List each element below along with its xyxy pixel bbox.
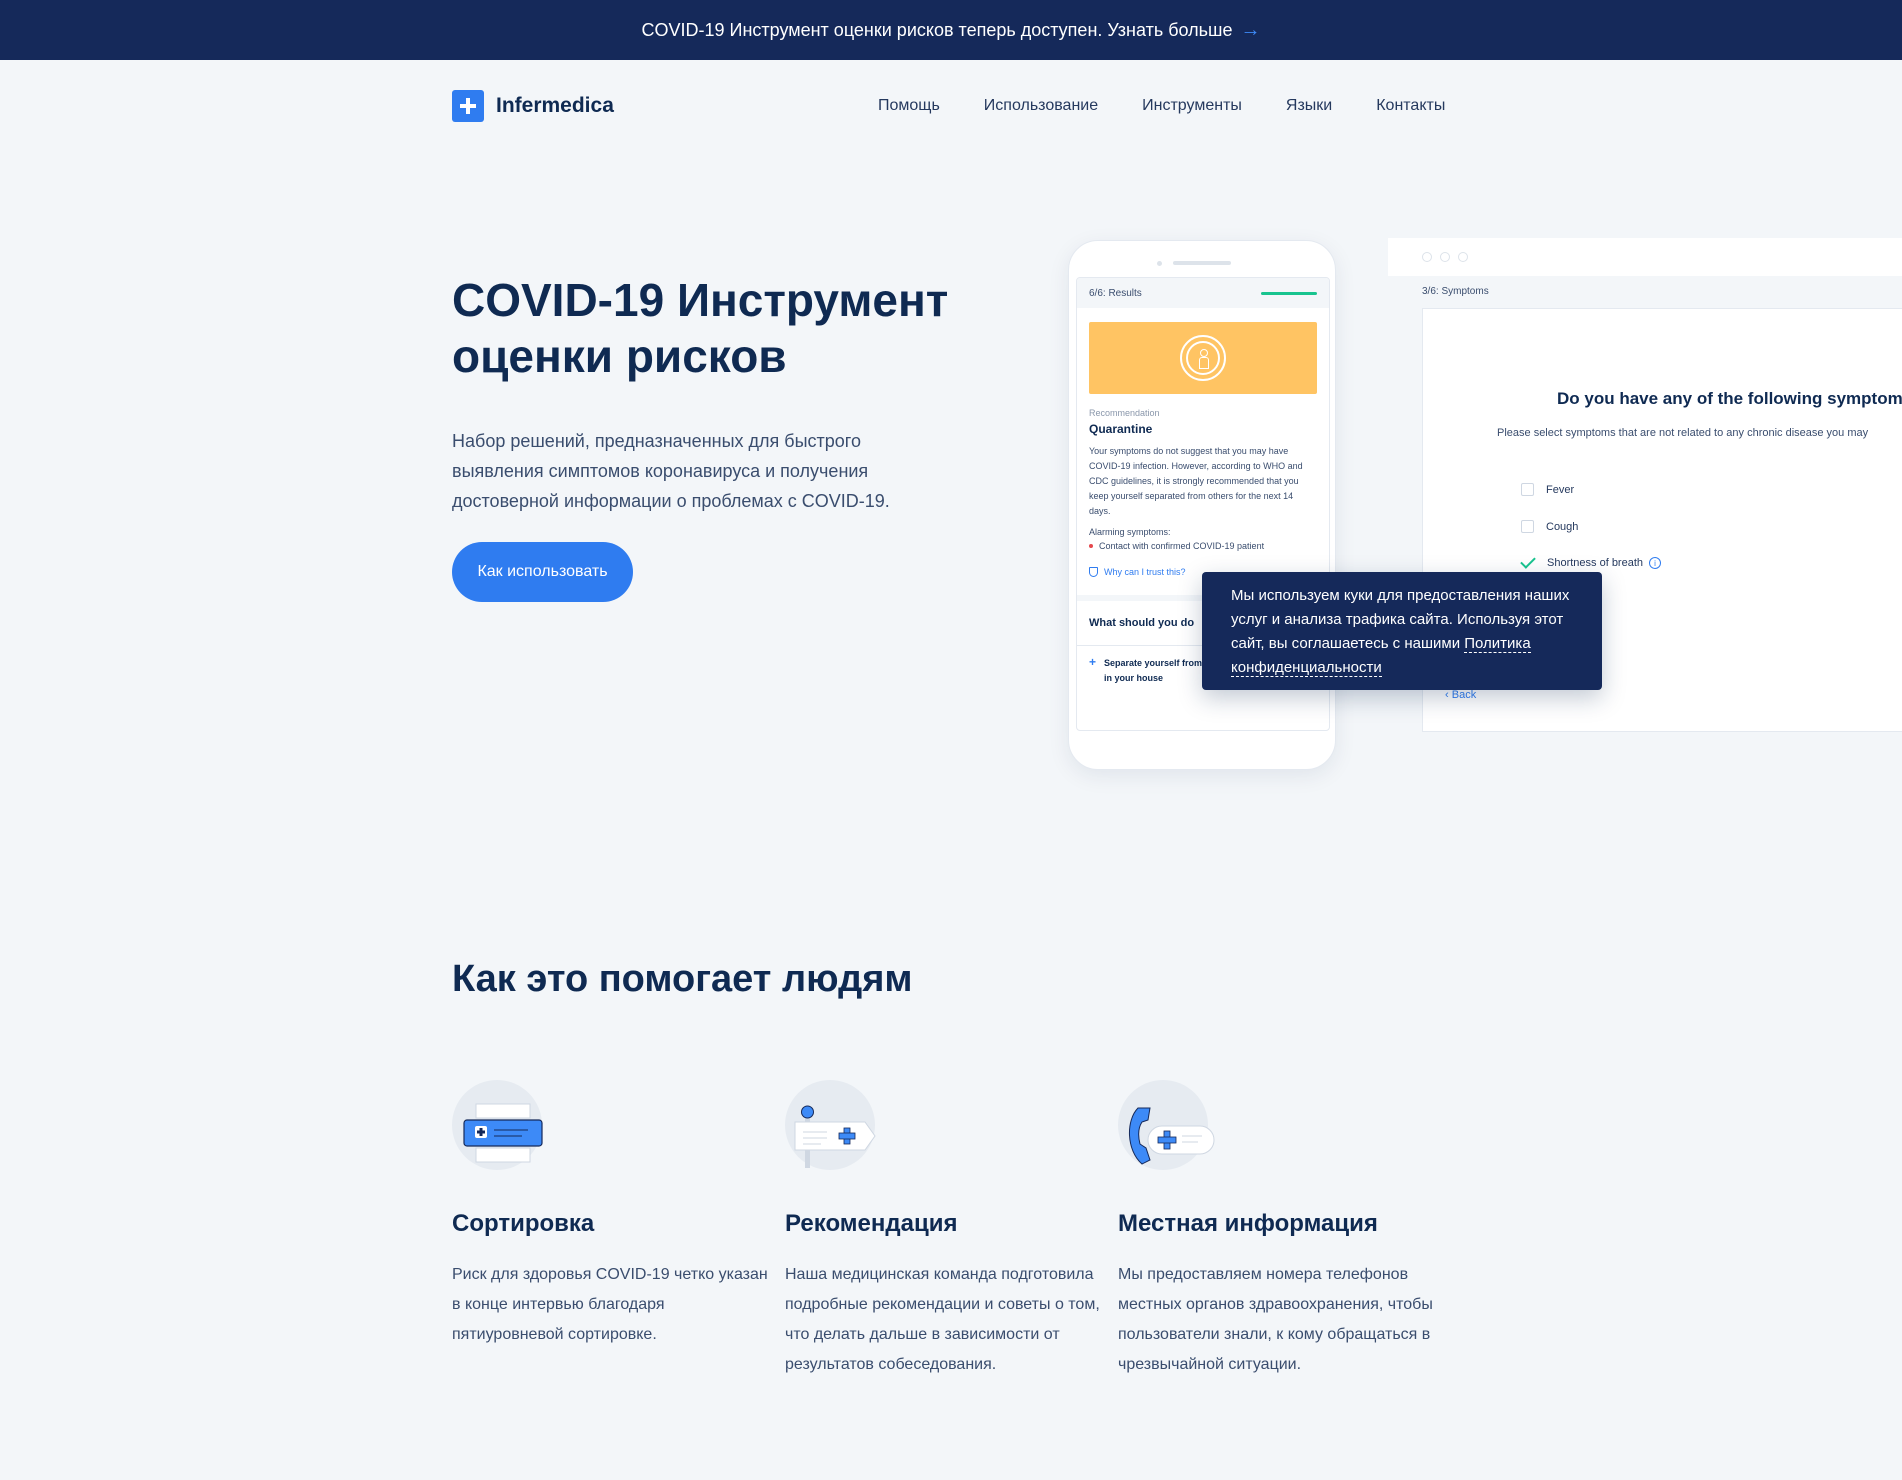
option-label: Cough bbox=[1546, 520, 1579, 533]
alarming-label: Alarming symptoms: bbox=[1089, 527, 1171, 537]
recommendation-text: Your symptoms do not suggest that you ma… bbox=[1089, 446, 1303, 516]
person-icon bbox=[1180, 335, 1226, 381]
alarming-item-text: Contact with confirmed COVID-19 patient bbox=[1099, 541, 1265, 551]
desktop-step-label: 3/6: Symptoms bbox=[1422, 286, 1489, 297]
phone-camera-icon bbox=[1157, 261, 1162, 266]
feature-recommendation: Рекомендация Наша медицинская команда по… bbox=[785, 1080, 1105, 1373]
phone-mockup: 6/6: Results Recommendation Quarantine Y… bbox=[1068, 240, 1336, 770]
option-label: Shortness of breath bbox=[1547, 557, 1644, 569]
hero-description: Набор решений, предназначенных для быстр… bbox=[452, 431, 890, 511]
phone-help-icon bbox=[1118, 1080, 1218, 1180]
feature-title: Сортировка bbox=[452, 1210, 595, 1237]
nav-languages[interactable]: Языки bbox=[1286, 97, 1332, 115]
checkbox-icon bbox=[1521, 483, 1534, 496]
browser-dot-icon bbox=[1440, 252, 1450, 262]
feature-local-info: Местная информация Мы предоставляем номе… bbox=[1118, 1080, 1438, 1373]
option-cough: Cough bbox=[1521, 520, 1578, 533]
option-fever: Fever bbox=[1521, 483, 1574, 496]
section-title: Как это помогает людям bbox=[452, 958, 913, 1000]
logo-text: Infermedica bbox=[496, 94, 614, 117]
feature-title: Рекомендация bbox=[785, 1210, 958, 1237]
browser-mockup-bar bbox=[1388, 238, 1902, 276]
announcement-text[interactable]: COVID-19 Инструмент оценки рисков теперь… bbox=[641, 20, 1232, 41]
info-icon: i bbox=[1649, 557, 1662, 569]
phone-speaker-icon bbox=[1173, 261, 1231, 265]
recommendation-sign-icon bbox=[785, 1080, 885, 1180]
desktop-back-link: ‹ Back bbox=[1445, 689, 1477, 701]
logo[interactable]: Infermedica bbox=[452, 90, 614, 122]
nav-contacts[interactable]: Контакты bbox=[1376, 97, 1445, 115]
option-label: Fever bbox=[1546, 483, 1575, 496]
quarantine-banner bbox=[1089, 322, 1317, 394]
feature-triage: Сортировка Риск для здоровья COVID-19 че… bbox=[452, 1080, 772, 1343]
check-icon bbox=[1520, 553, 1536, 569]
hero-title-line1: COVID-19 Инструмент bbox=[452, 274, 949, 326]
hero-title: COVID-19 Инструмент оценки рисков bbox=[452, 272, 1012, 384]
back-label: Back bbox=[1451, 689, 1477, 701]
nav-usage[interactable]: Использование bbox=[984, 97, 1098, 115]
cookie-notice: Мы используем куки для предоставления на… bbox=[1202, 572, 1602, 690]
option-shortness-of-breath: Shortness of breath i bbox=[1520, 553, 1662, 569]
phone-screen-header: 6/6: Results bbox=[1077, 278, 1329, 308]
feature-text: Наша медицинская команда подготовила под… bbox=[785, 1266, 1100, 1373]
phone-step-label: 6/6: Results bbox=[1089, 287, 1142, 299]
triage-icon bbox=[452, 1080, 552, 1180]
desktop-question: Do you have any of the following symptom… bbox=[1557, 389, 1902, 408]
nav-tools[interactable]: Инструменты bbox=[1142, 97, 1242, 115]
feature-title: Местная информация bbox=[1118, 1210, 1378, 1237]
how-to-use-button[interactable]: Как использовать bbox=[452, 542, 633, 602]
feature-text: Мы предоставляем номера телефонов местны… bbox=[1118, 1266, 1433, 1373]
trust-link-text: Why can I trust this? bbox=[1104, 567, 1186, 577]
browser-dots bbox=[1422, 252, 1468, 262]
site-header: Infermedica Помощь Использование Инструм… bbox=[452, 86, 1452, 126]
progress-bar bbox=[1261, 291, 1317, 295]
recommendation-label: Recommendation bbox=[1089, 408, 1160, 418]
arrow-right-icon[interactable]: → bbox=[1241, 19, 1261, 42]
feature-text: Риск для здоровья COVID-19 четко указан … bbox=[452, 1266, 768, 1343]
browser-dot-icon bbox=[1422, 252, 1432, 262]
nav-help[interactable]: Помощь bbox=[878, 97, 940, 115]
main-nav: Помощь Использование Инструменты Языки К… bbox=[878, 86, 1445, 126]
browser-dot-icon bbox=[1458, 252, 1468, 262]
alarming-item: Contact with confirmed COVID-19 patient bbox=[1089, 541, 1317, 551]
checkbox-icon bbox=[1521, 520, 1534, 533]
bullet-dot-icon bbox=[1089, 544, 1093, 548]
logo-cross-icon bbox=[452, 90, 484, 122]
hero-title-line2: оценки рисков bbox=[452, 330, 787, 382]
shield-icon bbox=[1089, 567, 1098, 577]
announcement-bar[interactable]: COVID-19 Инструмент оценки рисков теперь… bbox=[0, 0, 1902, 60]
plus-icon: + bbox=[1089, 655, 1097, 669]
recommendation-title: Quarantine bbox=[1089, 422, 1153, 436]
desktop-hint: Please select symptoms that are not rela… bbox=[1497, 427, 1869, 439]
